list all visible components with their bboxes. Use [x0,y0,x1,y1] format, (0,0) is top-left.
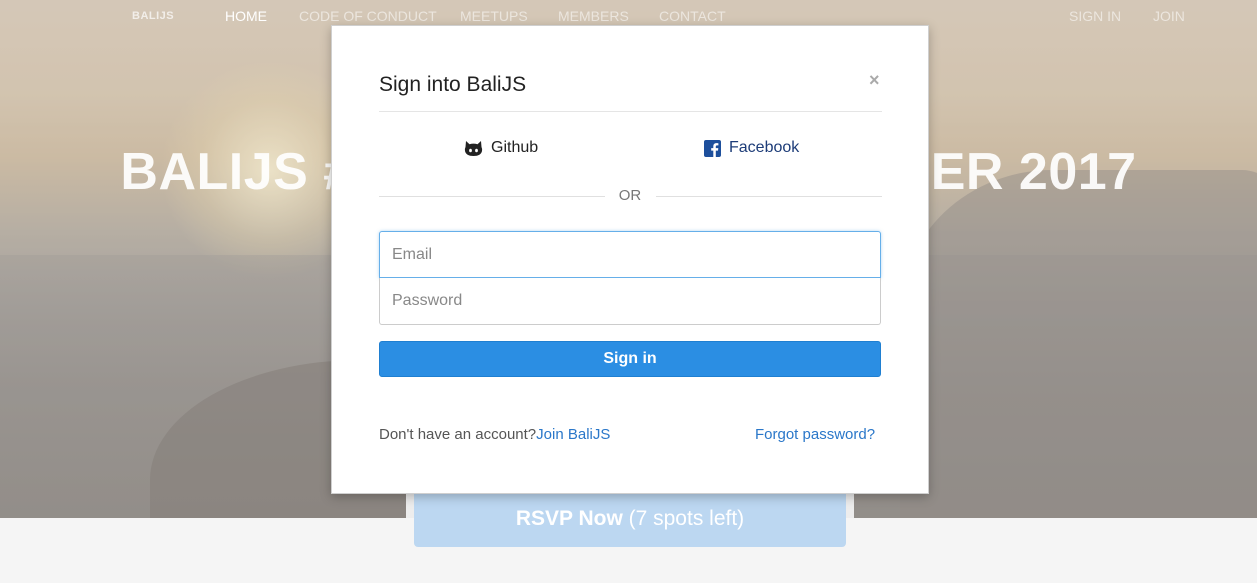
github-label: Github [491,139,539,156]
hero-title-right: BER 2017 [892,143,1137,201]
or-divider-left [379,196,605,197]
rsvp-spots: (7 spots left) [628,507,745,530]
forgot-password-link[interactable]: Forgot password? [755,426,875,443]
nav-sign-in[interactable]: SIGN IN [1069,8,1121,24]
github-icon [464,140,483,156]
nav-join[interactable]: JOIN [1153,8,1185,24]
facebook-icon [704,139,721,157]
sign-in-button[interactable]: Sign in [379,341,881,377]
password-field[interactable] [379,278,881,325]
rsvp-label: RSVP Now [515,507,623,530]
nav-item-home[interactable]: HOME [225,8,267,24]
modal-divider [379,111,882,112]
nav-item-code-of-conduct[interactable]: CODE OF CONDUCT [299,8,437,24]
join-link[interactable]: Join BaliJS [536,426,610,443]
logo[interactable]: BALIJS [132,10,174,22]
nav-item-members[interactable]: MEMBERS [558,8,629,24]
nav-item-meetups[interactable]: MEETUPS [460,8,528,24]
facebook-login-button[interactable]: Facebook [704,134,799,162]
rsvp-button[interactable]: RSVP Now (7 spots left) [414,490,846,547]
facebook-label: Facebook [729,139,800,156]
join-prompt: Don't have an account?Join BaliJS [379,426,610,443]
modal-title: Sign into BaliJS [379,73,527,96]
hero-title-left: BALIJS # [120,143,353,201]
sign-in-modal: Sign into BaliJS × Github Facebook OR Si… [331,25,929,494]
or-divider-right [656,196,882,197]
or-separator: OR [618,187,642,204]
close-icon[interactable]: × [869,70,880,91]
github-login-button[interactable]: Github [464,134,538,162]
no-account-text: Don't have an account? [379,426,537,443]
nav-item-contact[interactable]: CONTACT [659,8,726,24]
email-field[interactable] [379,231,881,278]
